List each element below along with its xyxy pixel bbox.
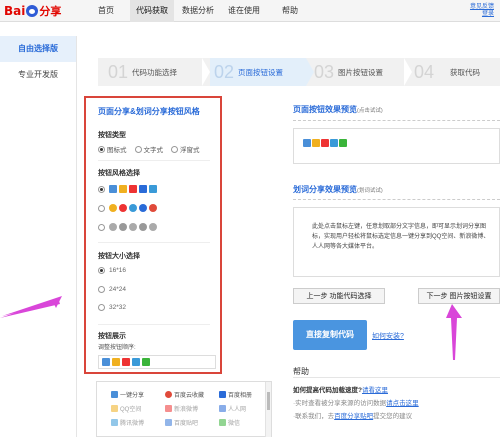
annotation-arrows bbox=[0, 296, 462, 360]
left-arrow-shaft bbox=[0, 298, 60, 318]
up-arrow-icon bbox=[446, 304, 462, 360]
left-arrow-icon bbox=[2, 296, 62, 316]
